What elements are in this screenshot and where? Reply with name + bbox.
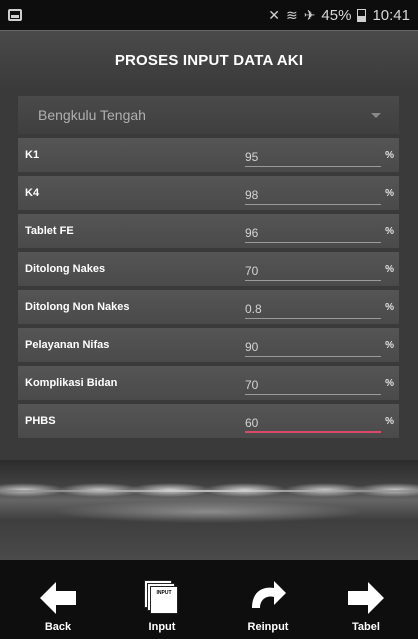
decorative-divider (0, 490, 418, 492)
input-k4[interactable]: 98 (245, 180, 381, 205)
bottom-nav: Back INPUT Input Reinput Tabel (0, 560, 418, 639)
back-button-label: Back (44, 621, 72, 633)
unit-label-pelayanan-nifas: % (385, 340, 394, 351)
field-row-komplikasi-bidan: Komplikasi Bidan 70 % (18, 366, 399, 400)
page-title: PROSES INPUT DATA AKI (114, 52, 304, 69)
field-label-pelayanan-nifas: Pelayanan Nifas (25, 339, 110, 351)
battery-percent: 45% (321, 6, 352, 24)
field-label-k1: K1 (25, 149, 40, 161)
field-row-k4: K4 98 % (18, 176, 399, 210)
input-value-k4: 98 (245, 188, 259, 202)
input-ditolong-non-nakes[interactable]: 0.8 (245, 294, 381, 319)
input-ditolong-nakes[interactable]: 70 (245, 256, 381, 281)
unit-label-ditolong-nakes: % (385, 264, 394, 275)
wifi-icon: ≋ (285, 6, 298, 23)
input-phbs[interactable]: 60 (245, 408, 381, 433)
field-label-ditolong-non-nakes: Ditolong Non Nakes (25, 301, 130, 313)
input-value-tablet-fe: 96 (245, 226, 259, 240)
document-sheet-front: INPUT (150, 586, 178, 614)
app-header: PROSES INPUT DATA AKI (0, 30, 418, 90)
field-label-phbs: PHBS (25, 415, 56, 427)
document-icon-text: INPUT (156, 590, 172, 596)
battery-icon (357, 8, 367, 22)
airplane-mode-icon: ✈ (303, 6, 316, 23)
input-form: Bengkulu Tengah K1 95 % K4 98 % Tablet F… (0, 90, 418, 460)
document-stack-icon: INPUT (142, 578, 182, 618)
status-icons: ✕ ≋ ✈ 45% 10:41 (268, 7, 410, 24)
field-label-ditolong-nakes: Ditolong Nakes (25, 263, 106, 275)
unit-label-tablet-fe: % (385, 226, 394, 237)
field-row-k1: K1 95 % (18, 138, 399, 172)
input-pelayanan-nifas[interactable]: 90 (245, 332, 381, 357)
reinput-button-label: Reinput (247, 621, 289, 633)
decorative-light-strip (0, 460, 418, 560)
field-label-k4: K4 (25, 187, 40, 199)
input-k1[interactable]: 95 (245, 142, 381, 167)
input-button[interactable]: INPUT Input (122, 560, 202, 639)
unit-label-phbs: % (385, 416, 394, 427)
field-row-ditolong-non-nakes: Ditolong Non Nakes 0.8 % (18, 290, 399, 324)
dropdown-caret-icon (371, 112, 381, 118)
tabel-button-label: Tabel (352, 621, 380, 633)
unit-label-ditolong-non-nakes: % (385, 302, 394, 313)
region-dropdown[interactable]: Bengkulu Tengah (18, 96, 399, 134)
input-tablet-fe[interactable]: 96 (245, 218, 381, 243)
field-label-tablet-fe: Tablet FE (25, 225, 74, 237)
field-row-phbs: PHBS 60 % (18, 404, 399, 438)
mute-icon: ✕ (268, 6, 280, 23)
input-value-pelayanan-nifas: 90 (245, 340, 259, 354)
field-row-tablet-fe: Tablet FE 96 % (18, 214, 399, 248)
arrow-right-icon (348, 582, 384, 614)
unit-label-k1: % (385, 150, 394, 161)
field-row-ditolong-nakes: Ditolong Nakes 70 % (18, 252, 399, 286)
input-value-phbs: 60 (245, 416, 259, 430)
clock: 10:41 (372, 6, 410, 24)
input-button-label: Input (148, 621, 176, 633)
status-bar: ✕ ≋ ✈ 45% 10:41 (0, 0, 418, 30)
input-value-ditolong-non-nakes: 0.8 (245, 302, 262, 316)
back-button[interactable]: Back (18, 560, 98, 639)
screenshot-notification-icon (8, 9, 22, 21)
input-value-komplikasi-bidan: 70 (245, 378, 259, 392)
field-row-pelayanan-nifas: Pelayanan Nifas 90 % (18, 328, 399, 362)
unit-label-k4: % (385, 188, 394, 199)
input-komplikasi-bidan[interactable]: 70 (245, 370, 381, 395)
document-stack: INPUT (144, 580, 180, 616)
arrow-left-icon (40, 582, 76, 614)
tabel-button[interactable]: Tabel (326, 560, 406, 639)
reinput-button[interactable]: Reinput (228, 560, 308, 639)
region-selected-value: Bengkulu Tengah (38, 107, 146, 123)
unit-label-komplikasi-bidan: % (385, 378, 394, 389)
field-label-komplikasi-bidan: Komplikasi Bidan (25, 377, 118, 389)
redo-arrow-icon (252, 581, 286, 608)
input-value-k1: 95 (245, 150, 259, 164)
input-value-ditolong-nakes: 70 (245, 264, 259, 278)
